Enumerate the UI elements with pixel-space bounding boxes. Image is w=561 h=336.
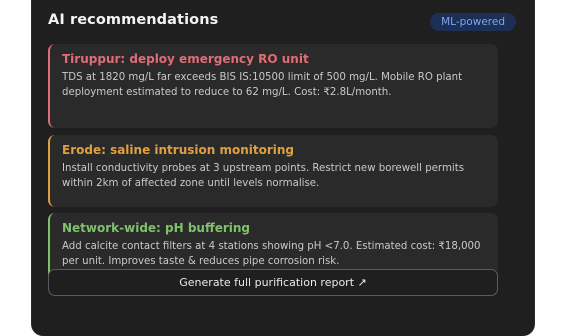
card-title: Network-wide: pH buffering <box>62 221 250 235</box>
panel-title: AI recommendations <box>48 12 219 28</box>
generate-report-button[interactable]: Generate full purification report ↗ <box>48 269 498 296</box>
ai-recommendations-panel: AI recommendations ML-powered Tiruppur: … <box>31 0 535 336</box>
card-body: Add calcite contact filters at 4 station… <box>62 241 481 267</box>
card-title: Tiruppur: deploy emergency RO unit <box>62 52 309 66</box>
card-body: Install conductivity probes at 3 upstrea… <box>62 163 465 189</box>
card-body: TDS at 1820 mg/L far exceeds BIS IS:1050… <box>62 72 463 98</box>
recommendation-card-tiruppur[interactable]: Tiruppur: deploy emergency RO unit TDS a… <box>48 44 498 128</box>
ml-powered-badge: ML-powered <box>430 13 516 31</box>
recommendation-card-erode[interactable]: Erode: saline intrusion monitoring Insta… <box>48 135 498 207</box>
panel-header: AI recommendations ML-powered <box>48 10 516 34</box>
card-title: Erode: saline intrusion monitoring <box>62 143 295 157</box>
